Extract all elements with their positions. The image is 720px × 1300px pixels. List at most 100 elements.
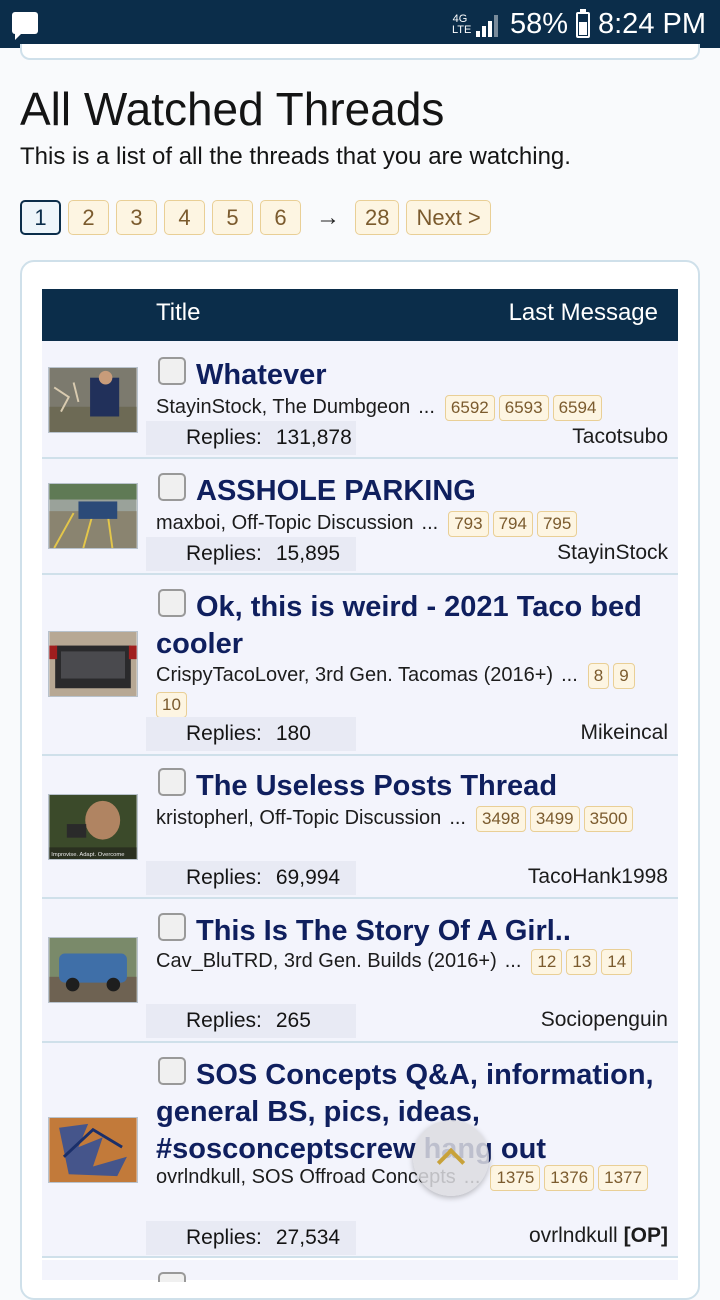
thread-page-link[interactable]: 8 xyxy=(587,662,610,689)
thread-select-checkbox[interactable] xyxy=(158,1272,186,1282)
status-bar: 4G LTE 58% 8:24 PM xyxy=(0,0,720,48)
ellipsis: ... xyxy=(421,512,439,534)
table-row: Improvise. Adapt. Overcome The Useless P… xyxy=(42,756,678,899)
thread-page-link[interactable]: 14 xyxy=(601,948,633,975)
last-message-user[interactable]: Sociopenguin xyxy=(541,1008,668,1032)
clock: 8:24 PM xyxy=(598,8,706,40)
thread-page-link[interactable]: 795 xyxy=(536,510,578,537)
thread-title-link[interactable]: Whatever xyxy=(156,357,666,394)
thread-page-link[interactable]: 10 xyxy=(156,691,187,718)
thread-author[interactable]: maxboi xyxy=(156,512,220,534)
column-title[interactable]: Title xyxy=(156,299,200,327)
thread-author[interactable]: CrispyTacoLover xyxy=(156,664,304,686)
last-message-user[interactable]: StayinStock xyxy=(557,541,668,565)
thread-page-link[interactable]: 12 xyxy=(531,948,563,975)
thread-page-link[interactable]: 13 xyxy=(566,948,598,975)
page-link-4[interactable]: 4 xyxy=(164,200,205,235)
replies-count: Replies: 131,878 xyxy=(146,421,356,455)
ellipsis: ... xyxy=(418,396,435,418)
column-last-message[interactable]: Last Message xyxy=(509,299,658,327)
thread-thumbnail[interactable] xyxy=(48,367,138,433)
signal-icon xyxy=(475,13,502,37)
thread-thumbnail[interactable] xyxy=(48,483,138,549)
last-message-user[interactable]: Tacotsubo xyxy=(572,425,668,449)
table-header: Title Last Message xyxy=(42,289,678,341)
thread-page-link[interactable]: 1377 xyxy=(598,1164,648,1191)
page-description: This is a list of all the threads that y… xyxy=(20,143,571,170)
thread-thumbnail[interactable] xyxy=(48,1117,138,1183)
battery-icon xyxy=(576,8,590,38)
table-row: Whatever StayinStock, The Dumbgeon... 659… xyxy=(42,341,678,459)
table-row: ASSHOLE PARKING maxboi, Off-Topic Discus… xyxy=(42,459,678,575)
thread-author[interactable]: StayinStock xyxy=(156,396,262,418)
thread-author[interactable]: ovrlndkull xyxy=(156,1166,240,1188)
last-message-user[interactable]: TacoHank1998 xyxy=(528,865,668,889)
thread-author[interactable]: kristopherl xyxy=(156,807,248,829)
chat-notification-icon xyxy=(12,12,38,40)
next-page-button[interactable]: Next > xyxy=(406,200,491,235)
thread-page-link[interactable]: 3498 xyxy=(475,805,526,832)
replies-label: Replies: xyxy=(186,542,262,565)
replies-value: 265 xyxy=(275,1009,311,1032)
last-message-user[interactable]: Mikeincal xyxy=(580,721,668,745)
thread-thumbnail[interactable] xyxy=(48,631,138,697)
thread-forum[interactable]: Off-Topic Discussion xyxy=(232,512,414,534)
last-message-user-name[interactable]: ovrlndkull xyxy=(529,1224,618,1247)
thread-page-link[interactable]: 6593 xyxy=(498,394,549,421)
table-row: This Is The Story Of A Girl.. Cav_BluTRD… xyxy=(42,899,678,1043)
page-link-2[interactable]: 2 xyxy=(68,200,109,235)
replies-count: Replies: 69,994 xyxy=(146,861,356,895)
table-row-partial xyxy=(42,1260,678,1282)
breadcrumb-strip xyxy=(20,44,700,60)
replies-count: Replies: 15,895 xyxy=(146,537,356,571)
thread-forum[interactable]: Off-Topic Discussion xyxy=(259,807,441,829)
thread-meta: StayinStock, The Dumbgeon... 6592 6593 6594 xyxy=(156,393,671,422)
thread-page-link[interactable]: 6592 xyxy=(444,394,495,421)
thread-page-link[interactable]: 3499 xyxy=(529,805,580,832)
thread-thumbnail[interactable]: Improvise. Adapt. Overcome xyxy=(48,794,138,860)
page-link-6[interactable]: 6 xyxy=(260,200,301,235)
thread-author[interactable]: Cav_BluTRD xyxy=(156,950,273,972)
thread-page-link[interactable]: 3500 xyxy=(583,805,634,832)
thread-meta: Cav_BluTRD, 3rd Gen. Builds (2016+)... 12… xyxy=(156,947,671,976)
thread-title-link[interactable]: Ok, this is weird - 2021 Taco bed cooler xyxy=(156,589,666,663)
thread-page-link[interactable]: 793 xyxy=(448,510,489,537)
page-link-1[interactable]: 1 xyxy=(20,200,61,235)
replies-count: Replies: 265 xyxy=(146,1004,356,1038)
thread-meta: CrispyTacoLover, 3rd Gen. Tacomas (2016+… xyxy=(156,661,671,719)
thread-title-link[interactable]: ASSHOLE PARKING xyxy=(156,473,666,510)
thread-forum[interactable]: 3rd Gen. Builds (2016+) xyxy=(284,950,497,972)
thread-page-link[interactable]: 794 xyxy=(492,510,533,537)
table-row: Ok, this is weird - 2021 Taco bed cooler… xyxy=(42,575,678,756)
replies-value: 15,895 xyxy=(275,542,341,565)
thread-page-link[interactable]: 9 xyxy=(613,662,635,689)
replies-label: Replies: xyxy=(186,722,262,745)
page-jump-arrow[interactable]: → xyxy=(308,204,348,232)
scroll-to-top-button[interactable] xyxy=(413,1120,489,1196)
thread-page-link[interactable]: 6594 xyxy=(552,394,603,421)
last-message-user[interactable]: ovrlndkull [OP] xyxy=(529,1224,668,1248)
thread-forum[interactable]: 3rd Gen. Tacomas (2016+) xyxy=(315,664,553,686)
lte-icon: 4G LTE xyxy=(451,12,472,36)
thread-title-link[interactable]: SOS Concepts Q&A, information, general B… xyxy=(156,1057,666,1168)
thread-title-link[interactable]: This Is The Story Of A Girl.. xyxy=(156,913,666,950)
replies-count: Replies: 27,534 xyxy=(146,1221,356,1255)
replies-value: 131,878 xyxy=(275,426,352,449)
page-link-last[interactable]: 28 xyxy=(355,200,400,235)
thread-title-link[interactable]: The Useless Posts Thread xyxy=(156,768,666,805)
table-row: SOS Concepts Q&A, information, general B… xyxy=(42,1043,678,1258)
page-link-5[interactable]: 5 xyxy=(212,200,253,235)
replies-value: 180 xyxy=(275,722,311,745)
op-badge: [OP] xyxy=(623,1224,668,1247)
thumb-caption: Improvise. Adapt. Overcome xyxy=(51,852,124,858)
replies-count: Replies: 180 xyxy=(146,717,356,751)
thread-meta: maxboi, Off-Topic Discussion... 793 794 795 xyxy=(156,509,671,538)
thread-forum[interactable]: The Dumbgeon xyxy=(272,396,410,418)
thread-page-link[interactable]: 1376 xyxy=(544,1164,595,1191)
thread-page-link[interactable]: 1375 xyxy=(490,1164,541,1191)
replies-value: 27,534 xyxy=(275,1226,341,1249)
page-title: All Watched Threads xyxy=(20,83,445,135)
page-link-3[interactable]: 3 xyxy=(116,200,157,235)
thread-thumbnail[interactable] xyxy=(48,937,138,1003)
ellipsis: ... xyxy=(449,807,466,829)
